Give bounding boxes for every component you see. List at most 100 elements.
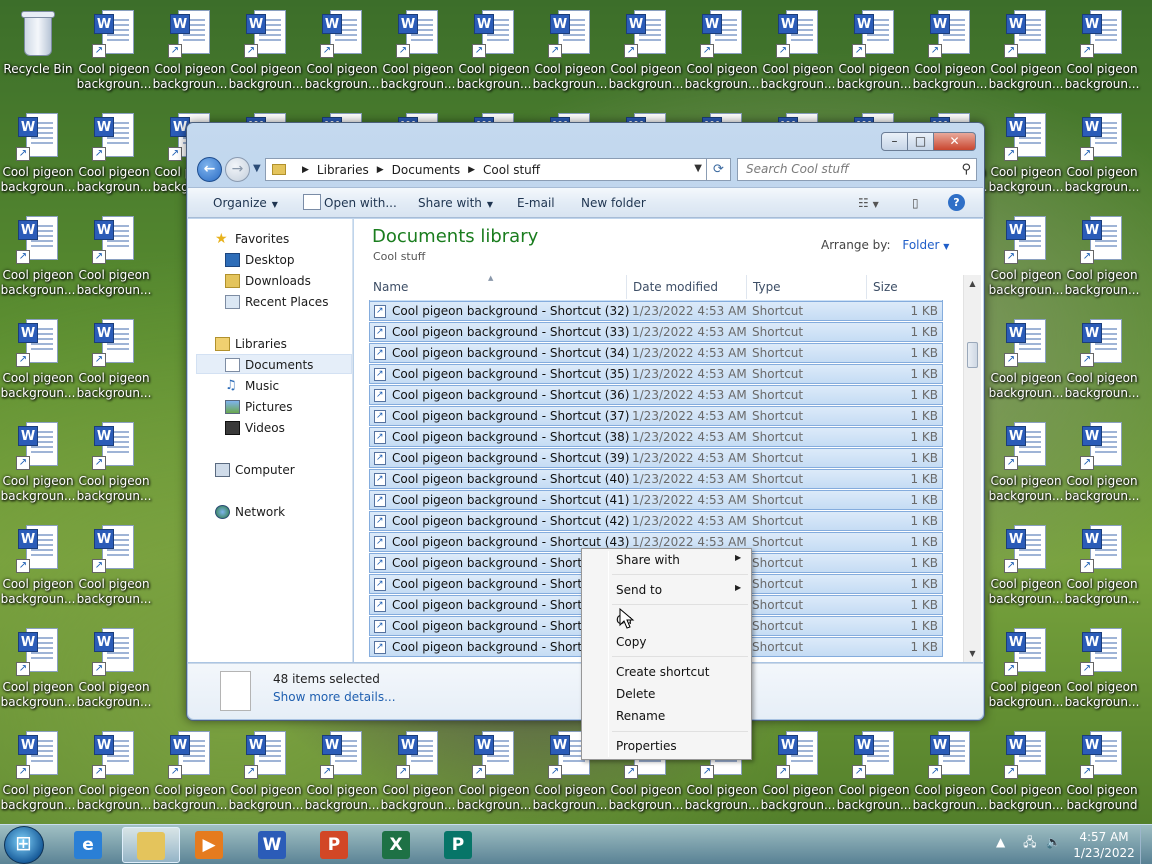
word-shortcut-desktop-icon[interactable]: W↗ Cool pigeonbackgroun... [988,208,1064,308]
organize-button[interactable]: Organize ▼ [213,196,278,210]
email-button[interactable]: E-mail [517,196,555,210]
maximize-button[interactable]: □ [908,132,934,151]
refresh-button[interactable]: ⟳ [707,158,731,181]
table-row[interactable]: Cool pigeon background - Shortcut (32)1/… [369,301,943,321]
word-shortcut-desktop-icon[interactable]: W↗ Cool pigeonbackgroun... [1064,311,1140,411]
word-shortcut-desktop-icon[interactable]: W↗ Cool pigeonbackgroun... [152,723,228,823]
word-shortcut-desktop-icon[interactable]: W↗ Cool pigeonbackgroun... [304,2,380,102]
start-button[interactable] [4,826,44,864]
nav-videos[interactable]: Videos [188,418,353,438]
word-shortcut-desktop-icon[interactable]: W↗ Cool pigeonbackgroun... [0,311,76,411]
word-shortcut-desktop-icon[interactable]: W↗ Cool pigeonbackgroun... [988,620,1064,720]
breadcrumb-separator-icon[interactable]: ▶ [302,165,309,175]
media-player-taskbar-button[interactable]: ▶ [181,827,239,863]
menu-item-share-with[interactable]: Share with ▶ [616,553,741,567]
word-shortcut-desktop-icon[interactable]: W↗ Cool pigeonbackgroun... [836,2,912,102]
back-button[interactable]: ← [197,157,222,182]
table-row[interactable]: Cool pigeon background - Shortcut (38)1/… [369,427,943,447]
search-icon[interactable]: ⚲ [961,159,971,180]
recent-pages-dropdown-icon[interactable]: ▼ [253,163,261,174]
word-shortcut-desktop-icon[interactable]: W↗ Cool pigeonbackgroun... [76,414,152,514]
volume-muted-icon[interactable]: 🔈 [1046,835,1061,849]
column-header-type[interactable]: Type [748,275,867,299]
word-shortcut-desktop-icon[interactable]: W↗ Cool pigeonbackgroun... [456,723,532,823]
word-shortcut-desktop-icon[interactable]: W↗ Cool pigeonbackgroun... [152,2,228,102]
word-shortcut-desktop-icon[interactable]: W↗ Cool pigeonbackgroun... [988,414,1064,514]
breadcrumb-libraries[interactable]: Libraries [317,163,369,177]
word-shortcut-desktop-icon[interactable]: W↗ Cool pigeonbackgroun... [76,208,152,308]
table-row[interactable]: Cool pigeon background - Shortcut (34)1/… [369,343,943,363]
word-shortcut-desktop-icon[interactable]: W↗ Cool pigeonbackgroun... [760,723,836,823]
scroll-thumb[interactable] [967,342,978,368]
nav-desktop[interactable]: Desktop [188,250,353,270]
word-shortcut-desktop-icon[interactable]: W↗ Cool pigeonbackgroun... [0,414,76,514]
open-with-button[interactable]: Open with... [324,196,397,210]
word-shortcut-desktop-icon[interactable]: W↗ Cool pigeonbackgroun... [1064,414,1140,514]
word-shortcut-desktop-icon[interactable]: W↗ Cool pigeonbackgroun... [912,2,988,102]
word-shortcut-desktop-icon[interactable]: W↗ Cool pigeonbackgroun... [1064,620,1140,720]
word-taskbar-button[interactable]: W [244,827,302,863]
column-header-size[interactable]: Size [868,275,943,299]
menu-item-create-shortcut[interactable]: Create shortcut [616,665,709,679]
excel-taskbar-button[interactable]: X [368,827,426,863]
word-shortcut-desktop-icon[interactable]: W↗ Cool pigeonbackgroun... [1064,517,1140,617]
word-shortcut-desktop-icon[interactable]: W↗ Cool pigeonbackgroun... [304,723,380,823]
word-shortcut-desktop-icon[interactable]: W↗ Cool pigeonbackgroun... [228,2,304,102]
table-row[interactable]: Cool pigeon background - Shortcut (41)1/… [369,490,943,510]
word-shortcut-desktop-icon[interactable]: W↗ Cool pigeonbackgroun... [76,105,152,205]
table-row[interactable]: Cool pigeon background - Shortcut (37)1/… [369,406,943,426]
word-shortcut-desktop-icon[interactable]: W↗ Cool pigeonbackgroun... [836,723,912,823]
word-shortcut-desktop-icon[interactable]: W↗ Cool pigeonbackgroun... [456,2,532,102]
powerpoint-taskbar-button[interactable]: P [306,827,364,863]
address-bar[interactable]: ▶ Libraries ▶ Documents ▶ Cool stuff ▼ [265,158,707,181]
scroll-down-icon[interactable]: ▼ [964,645,981,662]
word-shortcut-desktop-icon[interactable]: W↗ Cool pigeonbackgroun... [76,2,152,102]
nav-libraries[interactable]: Libraries [188,334,353,354]
nav-network[interactable]: Network [188,502,353,522]
word-shortcut-desktop-icon[interactable]: W↗ Cool pigeonbackgroun... [988,311,1064,411]
table-row[interactable]: Cool pigeon background - Shortcut (39)1/… [369,448,943,468]
forward-button[interactable]: → [225,157,250,182]
word-shortcut-desktop-icon[interactable]: W↗ Cool pigeonbackgroun... [0,723,76,823]
word-shortcut-desktop-icon[interactable]: W↗ Cool pigeonbackgroun... [988,105,1064,205]
vertical-scrollbar[interactable]: ▲ ▼ [963,275,981,662]
windows-explorer-taskbar-button[interactable] [122,827,180,863]
address-dropdown-icon[interactable]: ▼ [694,163,702,174]
arrange-by-dropdown[interactable]: Folder ▼ [902,238,949,252]
search-input[interactable]: Search Cool stuff ⚲ [737,158,977,181]
show-hidden-icons-icon[interactable]: ▲ [996,835,1005,849]
breadcrumb-separator-icon[interactable]: ▶ [468,165,475,175]
nav-documents[interactable]: Documents [196,354,352,374]
word-shortcut-desktop-icon[interactable]: W↗ Cool pigeonbackgroun... [0,517,76,617]
menu-item-rename[interactable]: Rename [616,709,665,723]
breadcrumb-documents[interactable]: Documents [392,163,460,177]
word-shortcut-desktop-icon[interactable]: W↗ Cool pigeonbackgroun... [912,723,988,823]
word-shortcut-desktop-icon[interactable]: W↗ Cool pigeonbackgroun... [380,2,456,102]
nav-pictures[interactable]: Pictures [188,397,353,417]
word-shortcut-desktop-icon[interactable]: W↗ Cool pigeonbackgroun... [988,723,1064,823]
publisher-taskbar-button[interactable]: P [430,827,488,863]
minimize-button[interactable]: – [881,132,908,151]
preview-pane-icon[interactable]: ▯ [912,196,919,210]
column-header-name[interactable]: Name ▲ [368,274,627,299]
column-header-date[interactable]: Date modified [628,275,747,299]
word-shortcut-desktop-icon[interactable]: W↗ Cool pigeonbackgroun... [76,311,152,411]
share-with-button[interactable]: Share with ▼ [418,196,493,210]
network-status-icon[interactable]: 🖧 [1023,835,1036,849]
word-shortcut-desktop-icon[interactable]: W↗ Cool pigeonbackgroun... [988,2,1064,102]
close-button[interactable]: ✕ [934,132,976,151]
help-icon[interactable]: ? [948,194,965,211]
show-more-details-link[interactable]: Show more details... [273,690,396,704]
word-shortcut-desktop-icon[interactable]: W↗ Cool pigeonbackgroun... [228,723,304,823]
word-shortcut-desktop-icon[interactable]: W↗ Cool pigeonbackgroun... [0,620,76,720]
menu-item-copy[interactable]: Copy [616,635,646,649]
menu-item-send-to[interactable]: Send to ▶ [616,583,741,597]
word-shortcut-desktop-icon[interactable]: W↗ Cool pigeonbackgroun... [76,620,152,720]
word-shortcut-desktop-icon[interactable]: W↗ Cool pigeonbackgroun... [1064,208,1140,308]
table-row[interactable]: Cool pigeon background - Shortcut (35)1/… [369,364,943,384]
word-shortcut-desktop-icon[interactable]: W↗ Cool pigeonbackgroun... [380,723,456,823]
table-row[interactable]: Cool pigeon background - Shortcut (42)1/… [369,511,943,531]
clock[interactable]: 4:57 AM 1/23/2022 [1072,829,1136,861]
breadcrumb-cool-stuff[interactable]: Cool stuff [483,163,540,177]
nav-favorites[interactable]: ★ Favorites [188,229,353,249]
